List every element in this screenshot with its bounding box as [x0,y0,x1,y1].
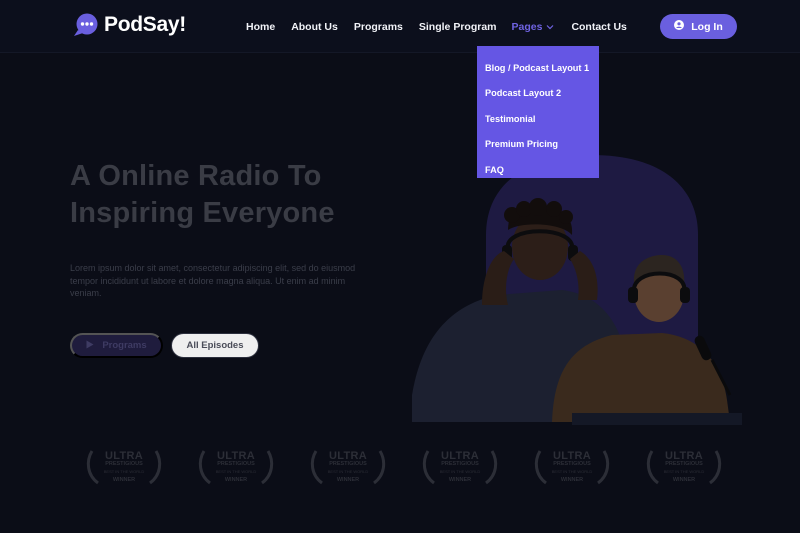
award-line-2: PRESTIGIOUS [329,461,367,467]
pages-dropdown-menu: Blog / Podcast Layout 1 Podcast Layout 2… [477,46,599,178]
award-badge: ULTRA PRESTIGIOUS BEST IN THE WORLD WINN… [532,447,612,487]
award-badge: ULTRA PRESTIGIOUS BEST IN THE WORLD WINN… [308,447,388,487]
award-line-3: BEST IN THE WORLD [663,469,705,474]
logo[interactable]: PodSay! [72,12,186,38]
dropdown-item-testimonial[interactable]: Testimonial [477,106,599,132]
programs-button-label: Programs [102,340,147,351]
main-nav: Home About Us Programs Single Program Pa… [246,19,627,35]
award-badge: ULTRA PRESTIGIOUS BEST IN THE WORLD WINN… [84,447,164,487]
nav-single-program[interactable]: Single Program [419,19,497,35]
hero-description: Lorem ipsum dolor sit amet, consectetur … [70,263,356,298]
chevron-down-icon [546,21,554,33]
hero-title-line-1: A Online Radio To [70,160,322,192]
award-badge: ULTRA PRESTIGIOUS BEST IN THE WORLD WINN… [196,447,276,487]
dropdown-item-podcast-layout-2[interactable]: Podcast Layout 2 [477,81,599,107]
user-icon [674,20,685,33]
dropdown-item-blog-podcast-layout-1[interactable]: Blog / Podcast Layout 1 [477,55,599,81]
hero-title-line-2: Inspiring Everyone [70,197,335,229]
award-line-2: PRESTIGIOUS [553,461,591,467]
award-line-3: BEST IN THE WORLD [215,469,257,474]
hero-title: A Online Radio To Inspiring Everyone [70,158,335,232]
play-icon [86,340,94,352]
award-badge: ULTRA PRESTIGIOUS BEST IN THE WORLD WINN… [644,447,724,487]
all-episodes-button[interactable]: All Episodes [171,333,259,358]
nav-programs[interactable]: Programs [354,19,403,35]
dropdown-item-faq[interactable]: FAQ [477,157,599,183]
award-line-2: PRESTIGIOUS [665,461,703,467]
award-line-4: WINNER [224,477,248,483]
brand-name: PodSay! [104,13,186,36]
award-line-4: WINNER [336,477,360,483]
nav-pages-label: Pages [511,21,543,33]
award-line-2: PRESTIGIOUS [441,461,479,467]
award-line-3: BEST IN THE WORLD [439,469,481,474]
programs-button[interactable]: Programs [70,333,163,358]
hero-hosts-image [412,155,742,425]
nav-home[interactable]: Home [246,19,275,35]
award-line-3: BEST IN THE WORLD [551,469,593,474]
podcast-logo-icon [72,13,100,37]
award-badge: ULTRA PRESTIGIOUS BEST IN THE WORLD WINN… [420,447,500,487]
award-line-2: PRESTIGIOUS [105,461,143,467]
awards-row: ULTRA PRESTIGIOUS BEST IN THE WORLD WINN… [84,447,724,489]
nav-about-us[interactable]: About Us [291,19,338,35]
award-line-3: BEST IN THE WORLD [103,469,145,474]
award-line-2: PRESTIGIOUS [217,461,255,467]
site-header: PodSay! Home About Us Programs Single Pr… [0,0,800,53]
award-line-3: BEST IN THE WORLD [327,469,369,474]
login-button[interactable]: Log In [660,14,737,39]
nav-contact-us[interactable]: Contact Us [571,19,626,35]
dropdown-item-premium-pricing[interactable]: Premium Pricing [477,132,599,158]
award-line-4: WINNER [112,477,136,483]
award-line-4: WINNER [448,477,472,483]
award-line-4: WINNER [560,477,584,483]
login-label: Log In [691,20,723,33]
nav-pages[interactable]: Pages [512,19,555,35]
award-line-4: WINNER [672,477,696,483]
